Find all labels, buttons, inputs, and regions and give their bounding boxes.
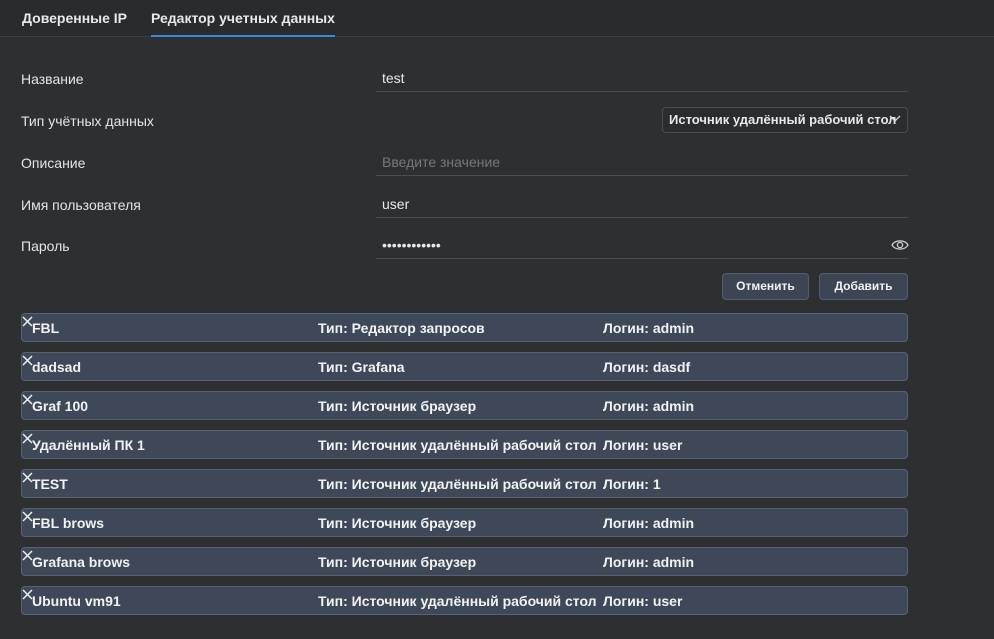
credential-login: Логин: dasdf	[603, 359, 691, 375]
credential-row[interactable]: Graf 100 Тип: Источник браузер Логин: ad…	[21, 391, 908, 420]
credential-row[interactable]: FBL brows Тип: Источник браузер Логин: a…	[21, 508, 908, 537]
credential-type: Тип: Источник браузер	[318, 515, 477, 531]
type-select-value: Источник удалённый рабочий стол	[669, 112, 897, 127]
credential-row[interactable]: Удалённый ПК 1 Тип: Источник удалённый р…	[21, 430, 908, 459]
add-button[interactable]: Добавить	[819, 273, 908, 300]
credential-name: TEST	[32, 476, 68, 492]
credential-type: Тип: Источник удалённый рабочий стол	[318, 437, 597, 453]
type-label: Тип учётных данных	[21, 113, 154, 129]
credential-type: Тип: Редактор запросов	[318, 320, 485, 336]
credential-login: Логин: user	[603, 593, 683, 609]
username-label: Имя пользователя	[21, 197, 141, 213]
credential-login: Логин: admin	[603, 515, 695, 531]
credential-type: Тип: Источник браузер	[318, 398, 477, 414]
cancel-button[interactable]: Отменить	[722, 273, 809, 300]
credential-name: FBL brows	[32, 515, 105, 531]
credential-row[interactable]: Ubuntu vm91 Тип: Источник удалённый рабо…	[21, 586, 908, 615]
chevron-down-icon	[889, 115, 901, 122]
credential-type: Тип: Grafana	[318, 359, 405, 375]
tab-trusted-ip[interactable]: Доверенные IP	[22, 0, 127, 37]
credential-name: Удалённый ПК 1	[32, 437, 145, 453]
tab-credentials-editor[interactable]: Редактор учетных данных	[151, 0, 335, 37]
credential-type: Тип: Источник удалённый рабочий стол	[318, 593, 597, 609]
username-input[interactable]	[376, 190, 908, 218]
credential-type: Тип: Источник удалённый рабочий стол	[318, 476, 597, 492]
description-label: Описание	[21, 155, 86, 171]
credential-login: Логин: user	[603, 437, 683, 453]
name-label: Название	[21, 71, 84, 87]
credential-row[interactable]: FBL Тип: Редактор запросов Логин: admin	[21, 313, 908, 342]
eye-icon[interactable]	[891, 238, 909, 252]
password-label: Пароль	[21, 238, 70, 254]
tab-bar: Доверенные IP Редактор учетных данных	[0, 0, 994, 37]
name-input[interactable]	[376, 64, 908, 92]
credential-login: Логин: 1	[603, 476, 661, 492]
credential-login: Логин: admin	[603, 398, 695, 414]
credential-name: Graf 100	[32, 398, 89, 414]
credential-name: FBL	[32, 320, 60, 336]
credential-login: Логин: admin	[603, 554, 695, 570]
credential-login: Логин: admin	[603, 320, 695, 336]
credential-row[interactable]: Grafana brows Тип: Источник браузер Логи…	[21, 547, 908, 576]
credential-type: Тип: Источник браузер	[318, 554, 477, 570]
credential-name: Ubuntu vm91	[32, 593, 121, 609]
credential-row[interactable]: TEST Тип: Источник удалённый рабочий сто…	[21, 469, 908, 498]
description-input[interactable]	[376, 148, 908, 176]
type-select[interactable]: Источник удалённый рабочий стол	[662, 107, 908, 133]
credential-row[interactable]: dadsad Тип: Grafana Логин: dasdf	[21, 352, 908, 381]
credential-name: dadsad	[32, 359, 82, 375]
credential-name: Grafana brows	[32, 554, 131, 570]
password-input[interactable]	[376, 231, 908, 259]
